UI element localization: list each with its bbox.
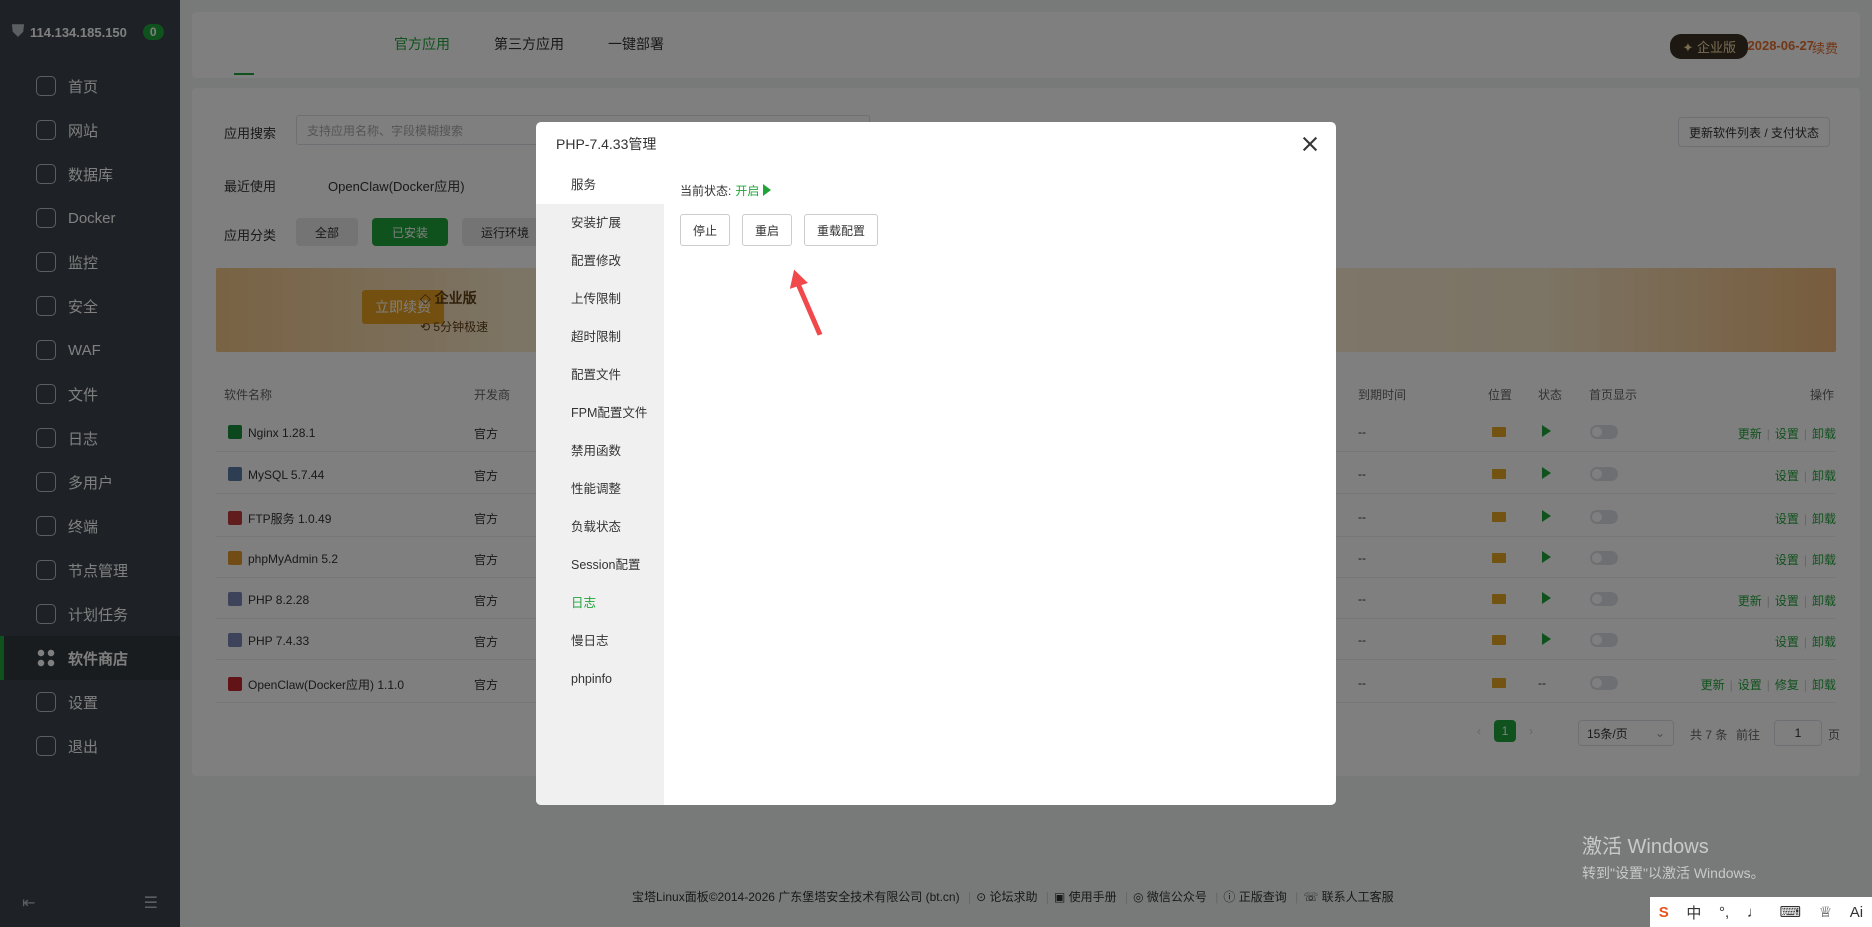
modal-nav-item[interactable]: 超时限制 [536,318,664,356]
modal-nav-item[interactable]: 配置修改 [536,242,664,280]
modal-nav-item[interactable]: Session配置 [536,546,664,584]
modal-title: PHP-7.4.33管理 [556,136,657,152]
sogou-icon[interactable]: S [1659,904,1669,921]
php-manage-modal: PHP-7.4.33管理 服务 安装扩展 配置修改 上传限制 超时限制 配置文件 FPM配置… [536,122,1336,805]
ime-toolbar: S 中 °, ♩ ⌨ ♕ Ai [1650,897,1872,927]
restart-button[interactable]: 重启 [742,214,792,246]
modal-nav-item[interactable]: 服务 [536,166,664,204]
modal-body: 当前状态: 开启 停止 重启 重载配置 [664,166,1336,805]
service-status: 当前状态: 开启 [680,182,772,199]
modal-nav-item[interactable]: 上传限制 [536,280,664,318]
stop-button[interactable]: 停止 [680,214,730,246]
modal-nav-item[interactable]: 配置文件 [536,356,664,394]
keyboard-icon[interactable]: ⌨ [1779,903,1801,921]
skin-icon[interactable]: ♕ [1819,903,1832,921]
modal-nav-item[interactable]: FPM配置文件 [536,394,664,432]
windows-activation-watermark: 激活 Windows 转到"设置"以激活 Windows。 [1582,836,1765,881]
status-value: 开启 [735,184,760,198]
ai-icon[interactable]: Ai [1850,904,1863,921]
annotation-arrow [789,269,823,336]
modal-nav: 服务 安装扩展 配置修改 上传限制 超时限制 配置文件 FPM配置文件 禁用函数 性能调整 负载状… [536,166,664,805]
modal-nav-item[interactable]: 日志 [536,584,664,622]
modal-nav-item[interactable]: phpinfo [536,660,664,698]
modal-nav-item[interactable]: 负载状态 [536,508,664,546]
mic-icon[interactable]: ♩ [1747,904,1762,921]
reload-config-button[interactable]: 重载配置 [804,214,878,246]
close-icon[interactable] [1300,134,1320,154]
modal-nav-item[interactable]: 禁用函数 [536,432,664,470]
play-icon [763,184,772,196]
modal-nav-item[interactable]: 慢日志 [536,622,664,660]
modal-nav-item[interactable]: 安装扩展 [536,204,664,242]
punctuation-icon[interactable]: °, [1719,904,1729,921]
ime-mode[interactable]: 中 [1686,902,1701,923]
modal-nav-item[interactable]: 性能调整 [536,470,664,508]
